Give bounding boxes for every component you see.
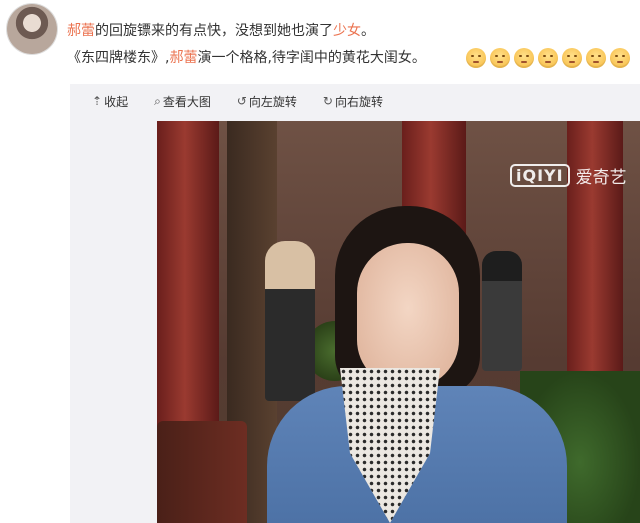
iqiyi-watermark: iQIYI 爱奇艺 [510,163,627,188]
post-text-line-2: 《东四牌楼东》,郝蕾演一个格格,待字闺中的黄花大闺女。 [67,49,426,67]
view-large-label: 查看大图 [162,94,211,109]
media-panel: ⇡ 收起 ⌕ 查看大图 ↺ 向左旋转 ↻ 向右旋转 iQIYI 爱奇艺 [70,84,640,523]
background-person [265,241,315,401]
chair [157,421,247,523]
collapse-label: 收起 [104,94,129,109]
media-toolbar: ⇡ 收起 ⌕ 查看大图 ↺ 向左旋转 ↻ 向右旋转 [92,90,383,112]
rotate-left-button[interactable]: ↺ 向左旋转 [237,90,297,112]
iqiyi-logo: iQIYI [510,164,570,187]
avatar[interactable] [7,4,57,54]
smirk-emoji-icon [562,48,582,68]
arrow-up-icon: ⇡ [92,94,103,108]
smirk-emoji-icon [538,48,558,68]
background-person [482,251,522,371]
rotate-right-icon: ↻ [322,94,333,108]
view-large-button[interactable]: ⌕ 查看大图 [154,90,211,112]
smirk-emoji-icon [610,48,630,68]
iqiyi-text: 爱奇艺 [575,168,627,188]
rotate-right-button[interactable]: ↻ 向右旋转 [323,90,383,112]
mention-link[interactable]: 郝蕾 [67,23,95,39]
rotate-right-label: 向右旋转 [334,94,383,109]
smirk-emoji-icon [514,48,534,68]
woman-face [357,243,459,388]
magnifier-icon: ⌕ [154,93,161,108]
emoji-row [466,48,630,68]
rotate-left-label: 向左旋转 [248,94,297,109]
post-text: 的回旋镖来的有点快，没想到她也演了 [95,23,333,39]
rotate-left-icon: ↺ [236,94,247,108]
post-text-line-1: 郝蕾的回旋镖来的有点快，没想到她也演了少女。 [67,22,375,40]
post-photo[interactable]: iQIYI 爱奇艺 [157,121,640,523]
mention-link[interactable]: 郝蕾 [169,50,197,66]
post-text: 演一个格格,待字闺中的黄花大闺女。 [197,50,426,66]
topic-link[interactable]: 少女 [333,23,361,39]
post-text: 《东四牌楼东》, [67,50,170,66]
smirk-emoji-icon [490,48,510,68]
collapse-button[interactable]: ⇡ 收起 [92,90,128,112]
post-text: 。 [361,23,375,39]
smirk-emoji-icon [466,48,486,68]
smirk-emoji-icon [586,48,606,68]
